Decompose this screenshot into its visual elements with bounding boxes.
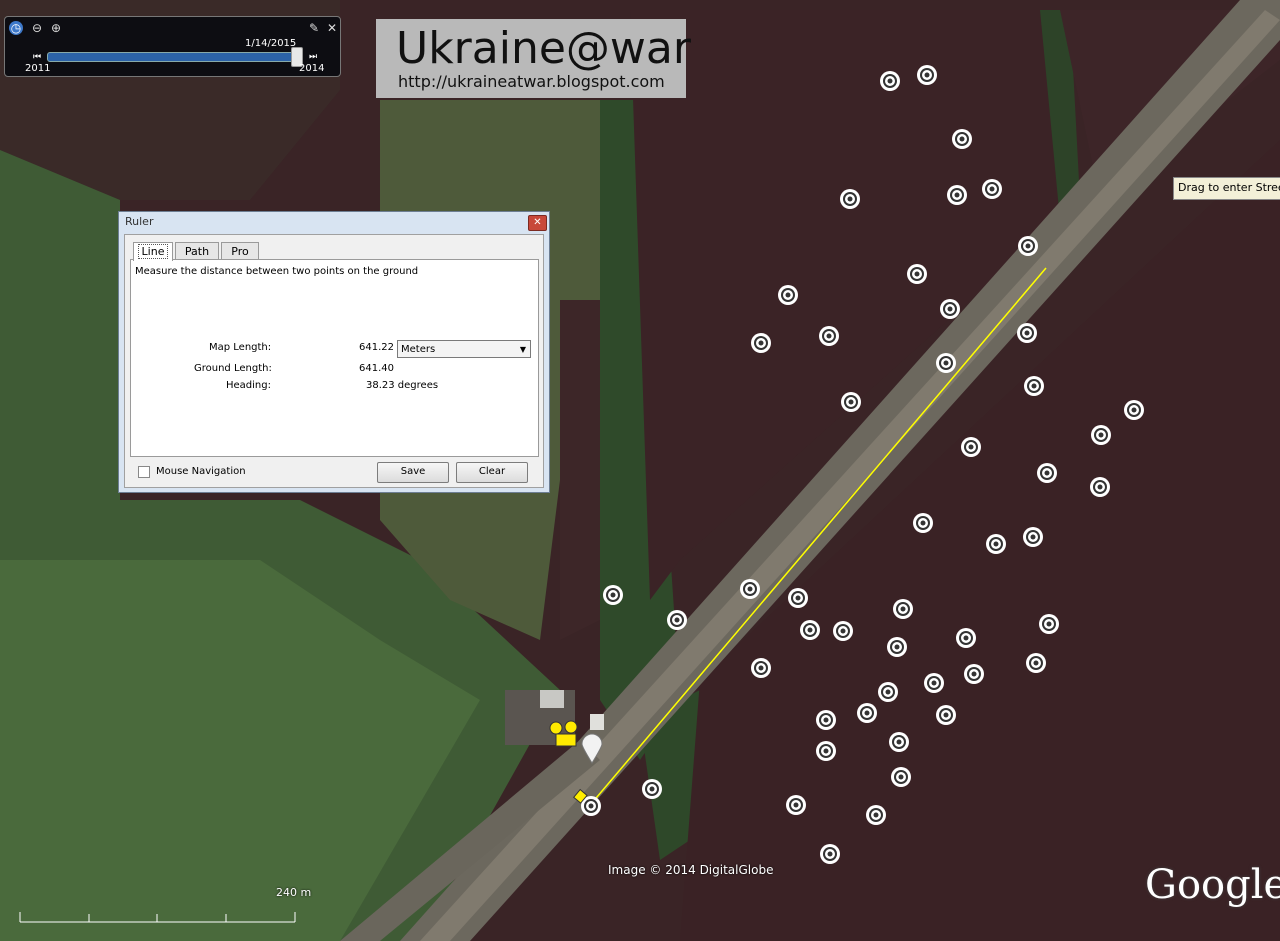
target-marker-icon[interactable] (878, 682, 898, 702)
map-length-label: Map Length: (209, 342, 272, 353)
save-button[interactable]: Save (377, 462, 449, 483)
end-year: 2014 (299, 63, 325, 74)
scale-label: 240 m (276, 886, 312, 899)
target-marker-icon[interactable] (819, 326, 839, 346)
target-marker-icon[interactable] (940, 299, 960, 319)
imagery-copyright: Image © 2014 DigitalGlobe (608, 863, 774, 877)
clock-icon[interactable]: ◷ (9, 21, 23, 35)
zoom-in-icon[interactable]: ⊕ (49, 21, 63, 35)
target-marker-icon[interactable] (816, 741, 836, 761)
target-marker-icon[interactable] (833, 621, 853, 641)
target-marker-icon[interactable] (893, 599, 913, 619)
watermark-banner: Ukraine@war http://ukraineatwar.blogspot… (376, 19, 691, 98)
time-slider: ◷ ⊖ ⊕ ✎ ✕ 1/14/2015 ⏮ ⏭ 2011 2014 (4, 16, 341, 77)
ruler-body: Line Path Pro Measure the distance betwe… (124, 234, 544, 488)
ruler-description: Measure the distance between two points … (135, 266, 419, 277)
heading-label: Heading: (226, 380, 271, 391)
target-marker-icon[interactable] (667, 610, 687, 630)
target-marker-icon[interactable] (866, 805, 886, 825)
target-marker-icon[interactable] (751, 333, 771, 353)
target-marker-icon[interactable] (788, 588, 808, 608)
ground-length-label: Ground Length: (194, 363, 272, 374)
target-marker-icon[interactable] (1018, 236, 1038, 256)
target-marker-icon[interactable] (1024, 376, 1044, 396)
mouse-navigation-checkbox[interactable] (138, 466, 150, 478)
target-marker-icon[interactable] (642, 779, 662, 799)
target-marker-icon[interactable] (952, 129, 972, 149)
heading-value: 38.23 degrees (366, 380, 439, 391)
tab-path[interactable]: Path (175, 242, 219, 260)
play-back-icon[interactable]: ⏮ (33, 52, 41, 62)
target-marker-icon[interactable] (820, 844, 840, 864)
target-marker-icon[interactable] (603, 585, 623, 605)
tab-pro[interactable]: Pro (221, 242, 259, 260)
target-marker-icon[interactable] (816, 710, 836, 730)
watermark-title: Ukraine@war (396, 23, 691, 74)
target-marker-icon[interactable] (1124, 400, 1144, 420)
play-forward-icon[interactable]: ⏭ (309, 52, 317, 62)
target-marker-icon[interactable] (840, 189, 860, 209)
target-marker-icon[interactable] (917, 65, 937, 85)
slider-date: 1/14/2015 (245, 38, 297, 49)
target-marker-icon[interactable] (889, 732, 909, 752)
street-view-tooltip: Drag to enter Street (1173, 177, 1280, 200)
target-marker-icon[interactable] (936, 705, 956, 725)
line-panel: Measure the distance between two points … (130, 259, 539, 457)
ground-length-value: 641.40 (359, 363, 394, 374)
wrench-icon[interactable]: ✎ (307, 21, 321, 35)
zoom-out-icon[interactable]: ⊖ (30, 21, 44, 35)
target-marker-icon[interactable] (891, 767, 911, 787)
unit-select[interactable]: Meters ▼ (397, 340, 531, 358)
map-length-value: 641.22 (359, 342, 394, 353)
target-marker-icon[interactable] (956, 628, 976, 648)
target-marker-icon[interactable] (1026, 653, 1046, 673)
clear-button[interactable]: Clear (456, 462, 528, 483)
ruler-dialog: Ruler ✕ Line Path Pro Measure the distan… (118, 211, 550, 493)
target-marker-icon[interactable] (1037, 463, 1057, 483)
target-marker-icon[interactable] (751, 658, 771, 678)
target-marker-icon[interactable] (986, 534, 1006, 554)
start-year: 2011 (25, 63, 51, 74)
unit-select-value: Meters (401, 344, 436, 355)
target-marker-icon[interactable] (982, 179, 1002, 199)
target-marker-icon[interactable] (913, 513, 933, 533)
target-marker-icon[interactable] (964, 664, 984, 684)
target-marker-icon[interactable] (1017, 323, 1037, 343)
target-marker-icon[interactable] (857, 703, 877, 723)
target-marker-icon[interactable] (936, 353, 956, 373)
target-marker-icon[interactable] (887, 637, 907, 657)
target-marker-icon[interactable] (961, 437, 981, 457)
tab-line[interactable]: Line (133, 242, 173, 261)
target-marker-icon[interactable] (1091, 425, 1111, 445)
google-logo: Google (1145, 862, 1280, 908)
close-button[interactable]: ✕ (528, 215, 547, 231)
target-marker-icon[interactable] (778, 285, 798, 305)
target-marker-icon[interactable] (841, 392, 861, 412)
mouse-navigation-label: Mouse Navigation (156, 466, 246, 477)
target-marker-icon[interactable] (1023, 527, 1043, 547)
watermark-url: http://ukraineatwar.blogspot.com (398, 72, 665, 91)
target-marker-icon[interactable] (786, 795, 806, 815)
target-marker-icon[interactable] (907, 264, 927, 284)
slider-track[interactable] (47, 52, 301, 62)
target-marker-icon[interactable] (1090, 477, 1110, 497)
target-marker-icon[interactable] (740, 579, 760, 599)
target-marker-icon[interactable] (800, 620, 820, 640)
ruler-title: Ruler (125, 215, 154, 228)
close-icon[interactable]: ✕ (325, 21, 339, 35)
target-marker-icon[interactable] (1039, 614, 1059, 634)
target-marker-icon[interactable] (880, 71, 900, 91)
target-marker-icon[interactable] (924, 673, 944, 693)
target-marker-icon[interactable] (947, 185, 967, 205)
chevron-down-icon: ▼ (519, 345, 526, 354)
